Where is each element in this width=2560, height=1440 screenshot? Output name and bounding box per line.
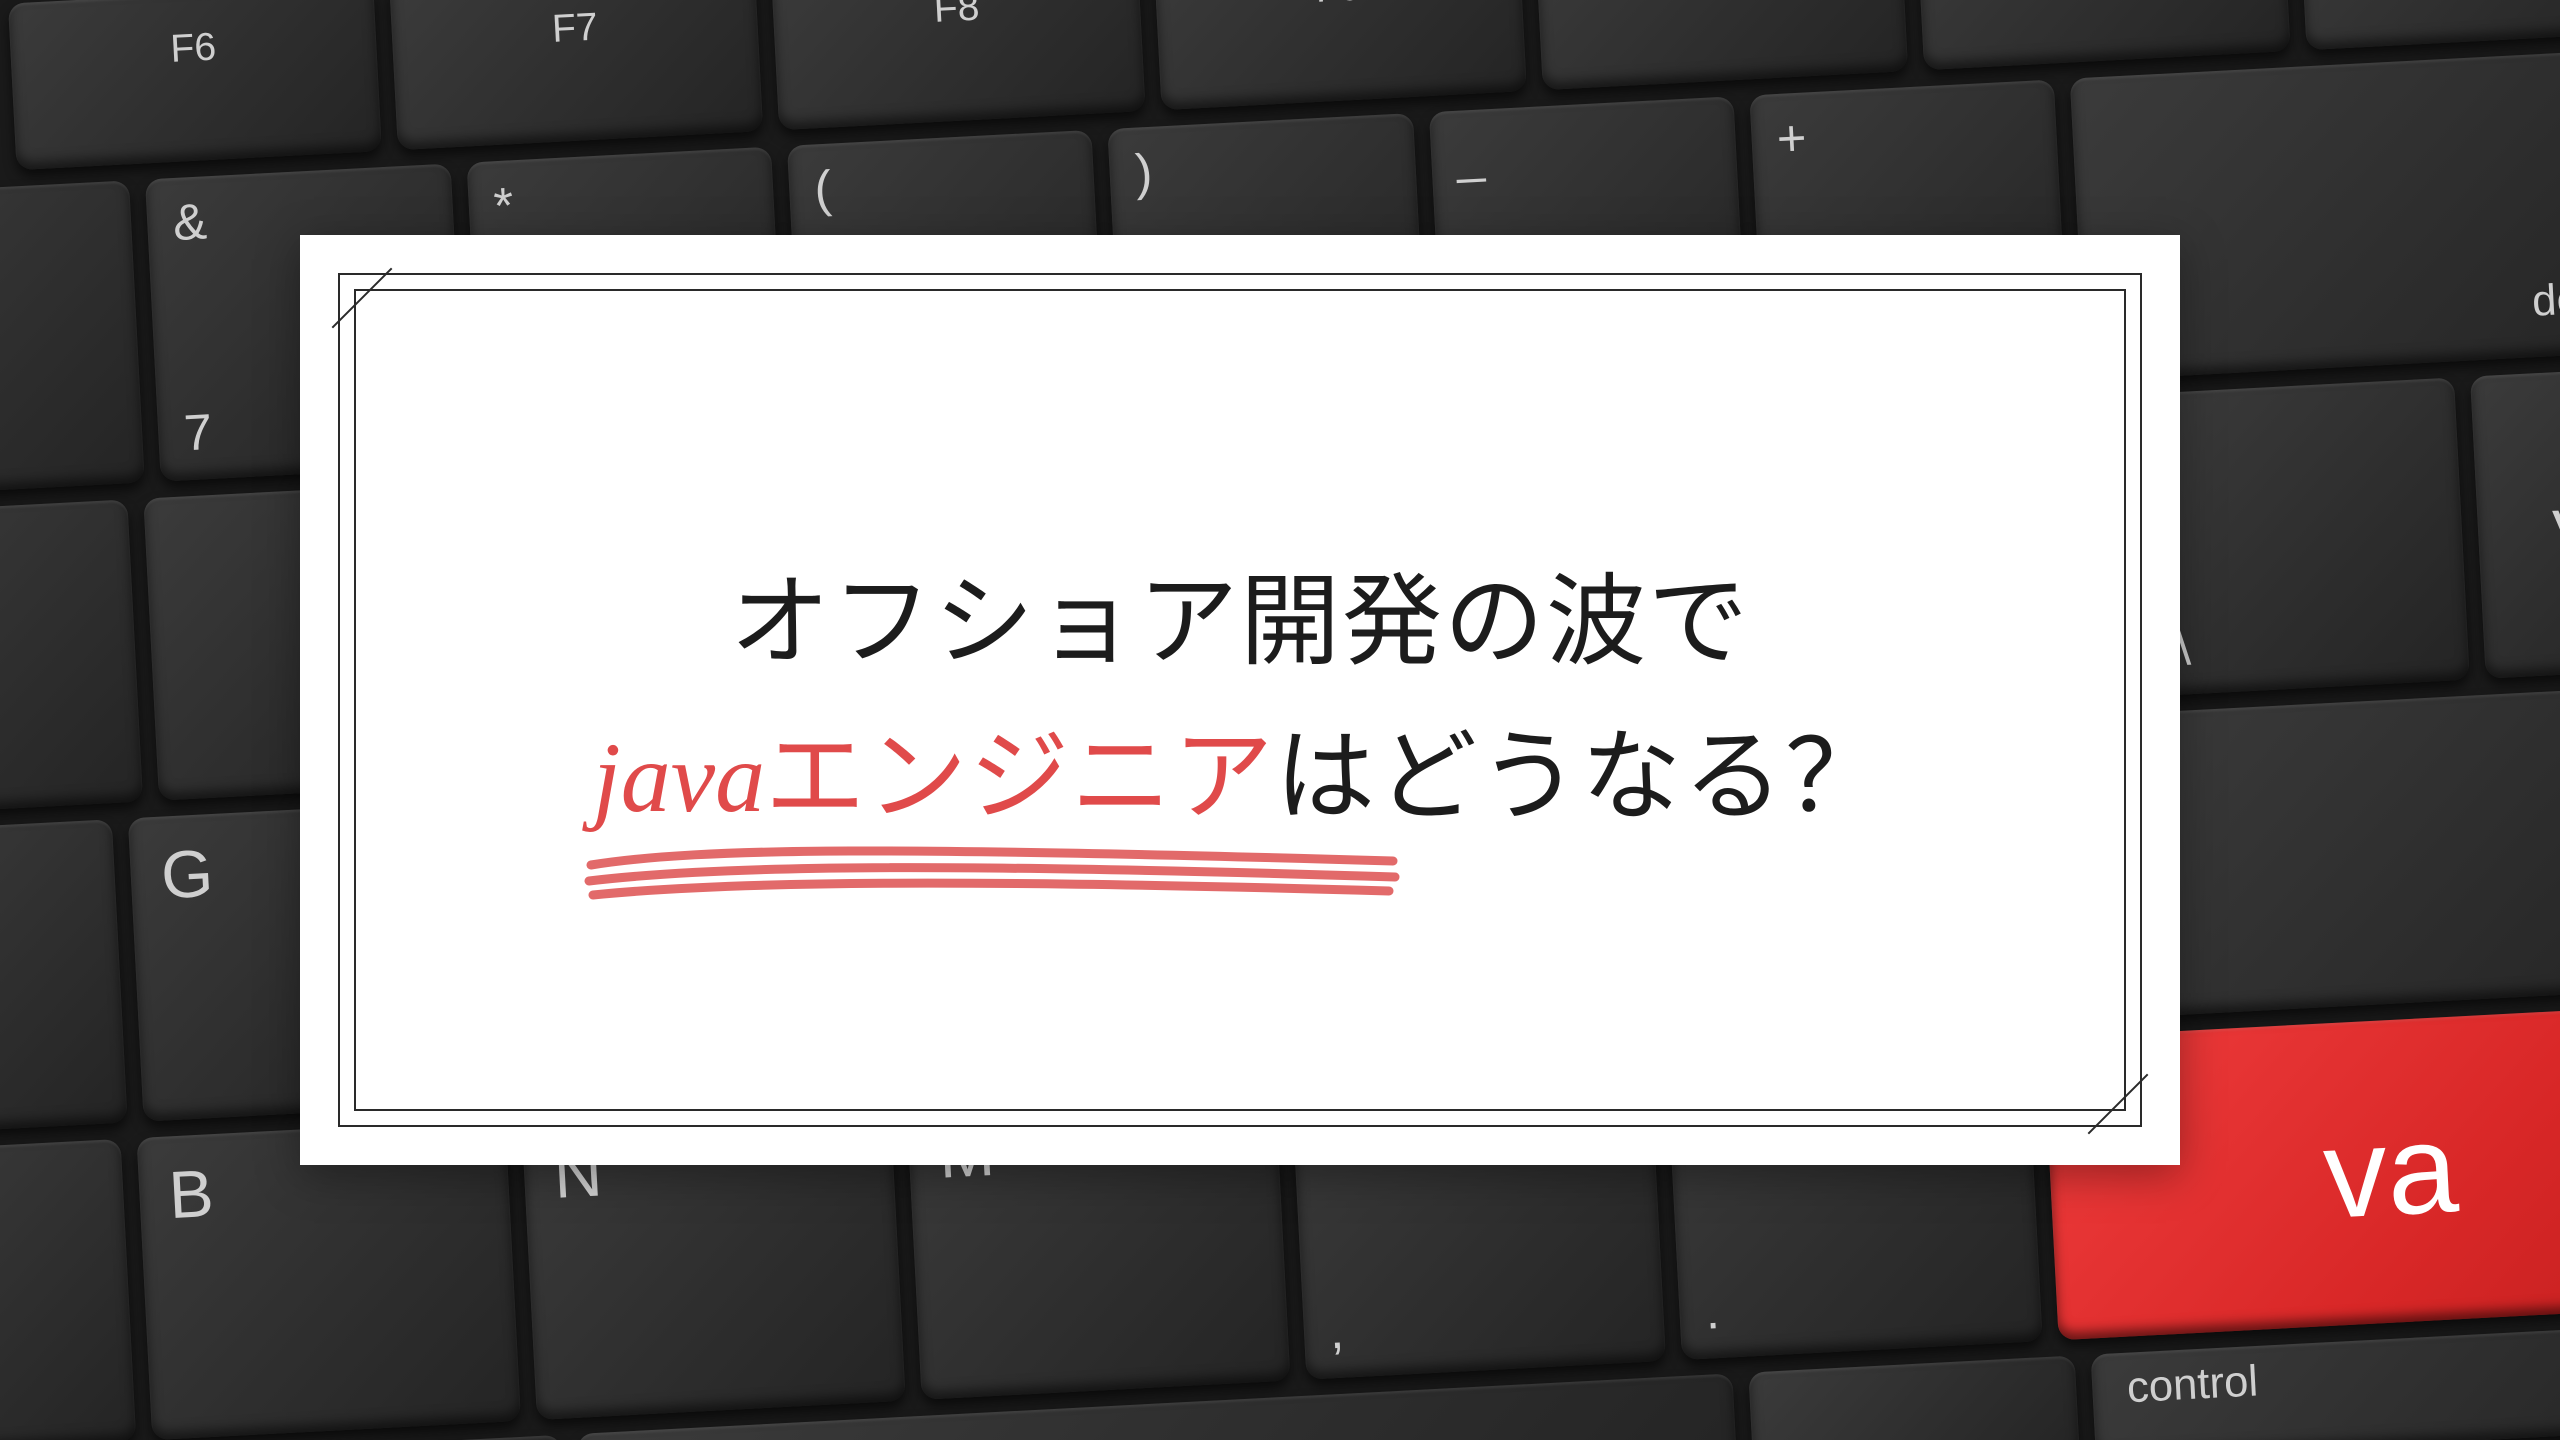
headline-line1: オフショア開発の波で xyxy=(593,545,1887,700)
key-control: control xyxy=(2091,1320,2560,1440)
key-partial-va: va xyxy=(2470,365,2560,679)
card-frame-inner: オフショア開発の波で javaエンジニア はどうなる？ xyxy=(354,289,2126,1111)
headline-rest: はどうなる？ xyxy=(1275,722,1887,833)
key-hidden xyxy=(1748,1355,2080,1440)
key-f8: F8 xyxy=(771,0,1145,130)
key-hidden xyxy=(234,1435,566,1440)
key-f: F xyxy=(0,820,128,1136)
underline-scribble-icon xyxy=(583,845,1403,901)
headline-line2: javaエンジニア はどうなる？ xyxy=(593,700,1887,855)
headline-accent-jp: エンジニア xyxy=(765,722,1275,833)
key-6: ^ 6 xyxy=(0,180,145,498)
key-f6: F6 xyxy=(8,0,382,170)
key-backslash: | \ xyxy=(2138,378,2470,697)
headline-text: オフショア開発の波で javaエンジニア はどうなる？ xyxy=(593,545,1887,855)
key-blank xyxy=(1916,0,2290,70)
headline-accent-latin: java xyxy=(593,722,765,833)
key-f9: F9 xyxy=(1153,0,1527,110)
key-f7: F7 xyxy=(389,0,763,150)
key-blank xyxy=(1534,0,1908,90)
key-v: V xyxy=(0,1138,136,1440)
key-b: B xyxy=(136,1118,521,1440)
title-card: オフショア開発の波で javaエンジニア はどうなる？ xyxy=(300,235,2180,1165)
card-frame-outer: オフショア開発の波で javaエンジニア はどうなる？ xyxy=(338,273,2142,1127)
key-blank xyxy=(2298,0,2560,50)
key-t: T xyxy=(0,500,143,817)
